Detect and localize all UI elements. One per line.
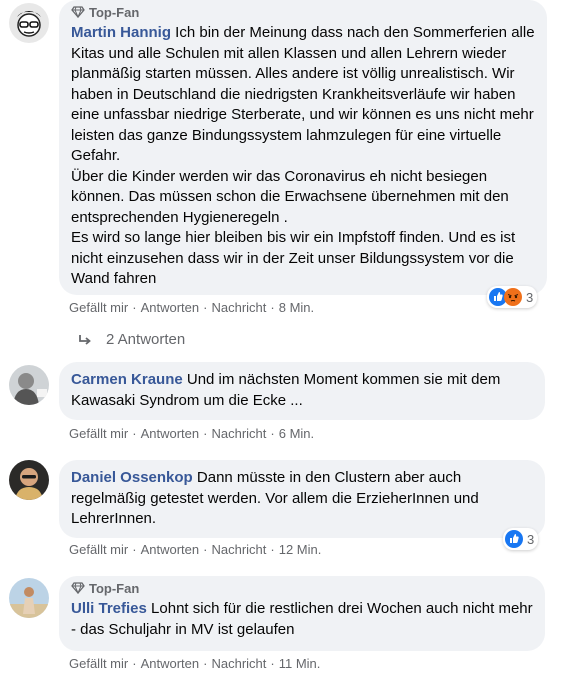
reply-link[interactable]: Antworten	[141, 656, 200, 671]
comment-bubble: Top-Fan Ulli Trefies Lohnt sich für die …	[59, 576, 545, 651]
angry-icon	[504, 288, 522, 306]
separator: ·	[270, 426, 275, 441]
like-link[interactable]: Gefällt mir	[69, 426, 128, 441]
like-icon	[505, 530, 523, 548]
author-name[interactable]: Martin Hannig	[71, 24, 171, 41]
view-replies-link[interactable]: 2 Antworten	[78, 331, 185, 348]
reaction-summary[interactable]: 3	[487, 286, 538, 308]
avatar[interactable]	[9, 460, 49, 500]
reply-link[interactable]: Antworten	[141, 300, 200, 315]
reaction-summary[interactable]: 3	[503, 528, 539, 550]
comment-body: Ich bin der Meinung dass nach den Sommer…	[71, 24, 535, 287]
separator: ·	[132, 300, 137, 315]
comment-bubble: Daniel Ossenkop Dann müsste in den Clust…	[59, 460, 545, 538]
comment-bubble: Top-Fan Martin Hannig Ich bin der Meinun…	[59, 0, 547, 295]
top-fan-badge: Top-Fan	[71, 3, 535, 21]
reaction-count: 3	[526, 289, 534, 305]
top-fan-label: Top-Fan	[89, 580, 140, 596]
message-link[interactable]: Nachricht	[211, 300, 266, 315]
timestamp[interactable]: 11 Min.	[279, 656, 321, 671]
comment-text: Daniel Ossenkop Dann müsste in den Clust…	[71, 468, 533, 530]
comment-actions: Gefällt mir · Antworten · Nachricht · 8 …	[69, 300, 314, 315]
replies-label: 2 Antworten	[106, 331, 186, 348]
comment-actions: Gefällt mir · Antworten · Nachricht · 12…	[69, 542, 321, 557]
separator: ·	[270, 656, 275, 671]
top-fan-badge: Top-Fan	[71, 579, 533, 597]
comment-text: Martin Hannig Ich bin der Meinung dass n…	[71, 23, 535, 290]
comment-text: Carmen Kraune Und im nächsten Moment kom…	[71, 370, 533, 411]
timestamp[interactable]: 12 Min.	[279, 542, 322, 557]
diamond-icon	[71, 6, 85, 18]
timestamp[interactable]: 6 Min.	[279, 426, 314, 441]
separator: ·	[132, 542, 137, 557]
reaction-count: 3	[527, 531, 535, 547]
separator: ·	[132, 426, 137, 441]
author-name[interactable]: Carmen Kraune	[71, 371, 183, 388]
reply-link[interactable]: Antworten	[141, 426, 200, 441]
like-link[interactable]: Gefällt mir	[69, 542, 128, 557]
separator: ·	[132, 656, 137, 671]
comment-text: Ulli Trefies Lohnt sich für die restlich…	[71, 599, 533, 640]
author-name[interactable]: Daniel Ossenkop	[71, 469, 193, 486]
message-link[interactable]: Nachricht	[211, 426, 266, 441]
like-link[interactable]: Gefällt mir	[69, 656, 128, 671]
reply-link[interactable]: Antworten	[141, 542, 200, 557]
comment-bubble: Carmen Kraune Und im nächsten Moment kom…	[59, 362, 545, 420]
author-name[interactable]: Ulli Trefies	[71, 600, 147, 617]
message-link[interactable]: Nachricht	[211, 542, 266, 557]
like-link[interactable]: Gefällt mir	[69, 300, 128, 315]
avatar[interactable]	[9, 3, 49, 43]
top-fan-label: Top-Fan	[89, 4, 140, 20]
avatar[interactable]	[9, 578, 49, 618]
comment-actions: Gefällt mir · Antworten · Nachricht · 11…	[69, 656, 320, 671]
separator: ·	[203, 656, 208, 671]
separator: ·	[203, 300, 208, 315]
comment-actions: Gefällt mir · Antworten · Nachricht · 6 …	[69, 426, 314, 441]
message-link[interactable]: Nachricht	[211, 656, 266, 671]
diamond-icon	[71, 582, 85, 594]
separator: ·	[270, 300, 275, 315]
separator: ·	[203, 542, 208, 557]
avatar[interactable]	[9, 365, 49, 405]
reply-arrow-icon	[79, 334, 91, 345]
separator: ·	[203, 426, 208, 441]
separator: ·	[270, 542, 275, 557]
timestamp[interactable]: 8 Min.	[279, 300, 314, 315]
